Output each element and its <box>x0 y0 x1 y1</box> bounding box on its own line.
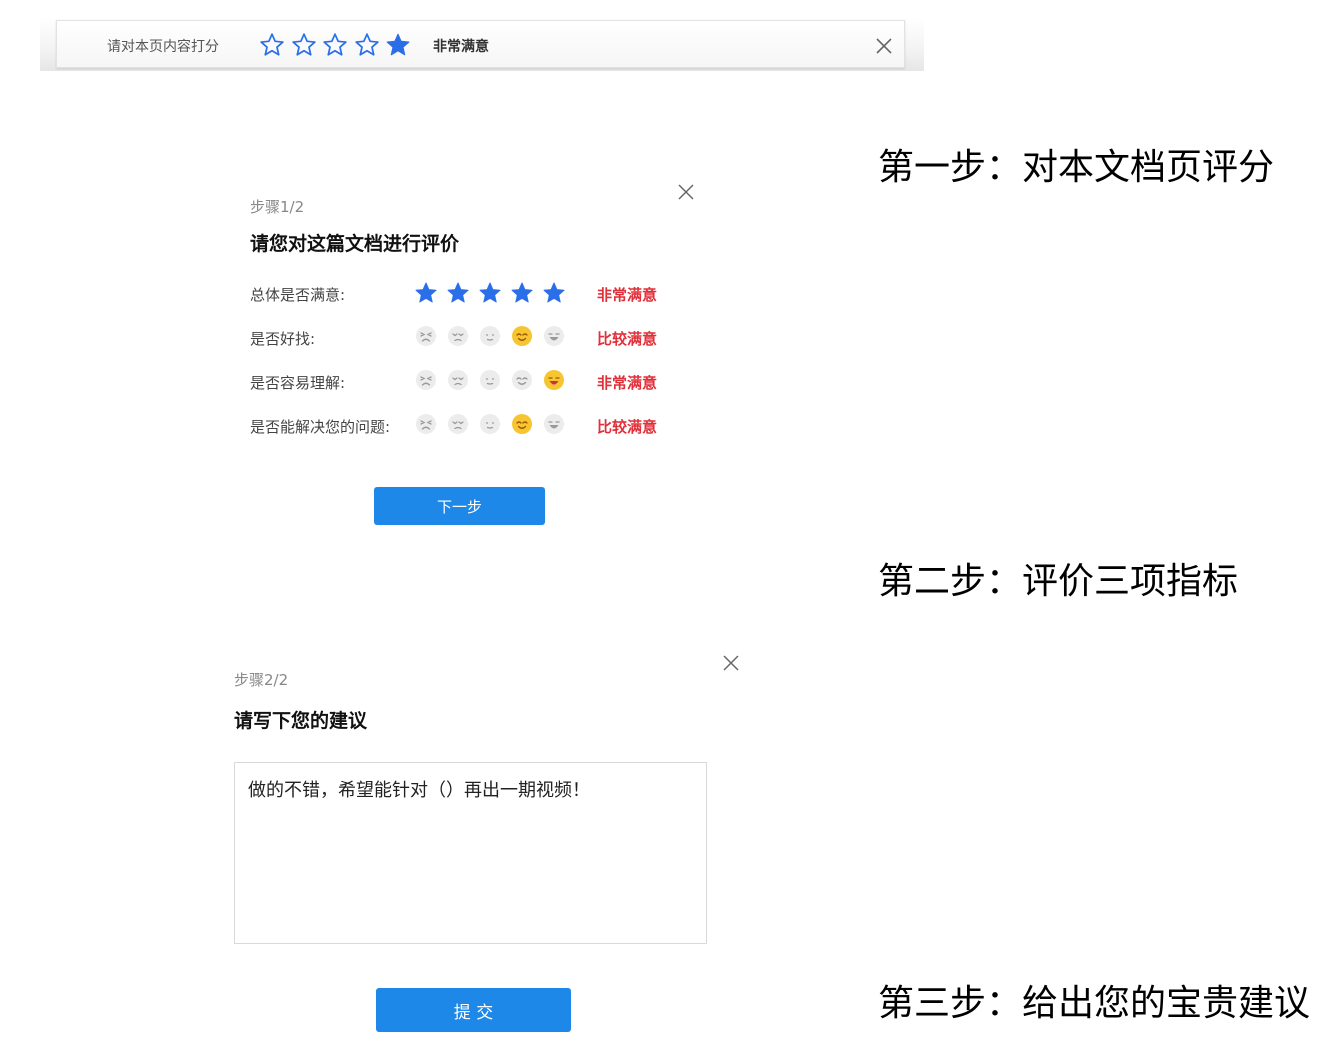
close-icon[interactable] <box>677 183 695 201</box>
neutral-face-icon[interactable] <box>479 369 501 391</box>
understandable-status: 非常满意 <box>597 374 658 392</box>
step2-title: 请写下您的建议 <box>234 710 368 732</box>
step2-label: 步骤2/2 <box>234 671 289 689</box>
solved-status: 比较满意 <box>597 418 658 436</box>
happy-face-icon[interactable] <box>511 325 533 347</box>
unhappy-face-icon[interactable] <box>447 413 469 435</box>
happy-face-icon[interactable] <box>511 413 533 435</box>
page-rating-bar: 请对本页内容打分 非常满意 <box>56 20 905 68</box>
overall-star-rating <box>414 281 574 305</box>
star-filled-icon[interactable] <box>414 281 438 305</box>
top-star-rating <box>259 32 417 58</box>
unhappy-face-icon[interactable] <box>447 369 469 391</box>
rating-prompt: 请对本页内容打分 <box>107 39 219 55</box>
star-outline-icon[interactable] <box>291 32 317 58</box>
step3-caption: 第三步：给出您的宝贵建议 <box>878 983 1311 1024</box>
question-understandable-label: 是否容易理解: <box>250 374 346 392</box>
question-overall-label: 总体是否满意: <box>250 286 346 304</box>
submit-button[interactable]: 提 交 <box>376 988 571 1032</box>
star-filled-icon[interactable] <box>510 281 534 305</box>
happy-face-icon[interactable] <box>511 369 533 391</box>
findable-face-rating <box>415 325 575 347</box>
very-happy-face-icon[interactable] <box>543 369 565 391</box>
very-unhappy-face-icon[interactable] <box>415 369 437 391</box>
step2-caption: 第二步：评价三项指标 <box>878 561 1239 602</box>
very-unhappy-face-icon[interactable] <box>415 413 437 435</box>
step1-title: 请您对这篇文档进行评价 <box>250 233 460 255</box>
star-outline-icon[interactable] <box>259 32 285 58</box>
neutral-face-icon[interactable] <box>479 413 501 435</box>
rating-text: 非常满意 <box>433 39 489 55</box>
understandable-face-rating <box>415 369 575 391</box>
question-solved-label: 是否能解决您的问题: <box>250 418 391 436</box>
overall-status: 非常满意 <box>597 286 658 304</box>
solved-face-rating <box>415 413 575 435</box>
very-unhappy-face-icon[interactable] <box>415 325 437 347</box>
next-step-button[interactable]: 下一步 <box>374 487 545 525</box>
close-icon[interactable] <box>722 654 740 672</box>
suggestion-textarea[interactable] <box>234 762 707 944</box>
step1-label: 步骤1/2 <box>250 198 305 216</box>
very-happy-face-icon[interactable] <box>543 325 565 347</box>
star-outline-icon[interactable] <box>354 32 380 58</box>
star-outline-icon[interactable] <box>322 32 348 58</box>
star-filled-icon[interactable] <box>478 281 502 305</box>
close-icon[interactable] <box>875 37 893 55</box>
step1-caption: 第一步：对本文档页评分 <box>878 147 1275 188</box>
unhappy-face-icon[interactable] <box>447 325 469 347</box>
findable-status: 比较满意 <box>597 330 658 348</box>
very-happy-face-icon[interactable] <box>543 413 565 435</box>
star-filled-icon[interactable] <box>542 281 566 305</box>
star-filled-icon[interactable] <box>446 281 470 305</box>
question-findable-label: 是否好找: <box>250 330 316 348</box>
star-filled-icon[interactable] <box>385 32 411 58</box>
neutral-face-icon[interactable] <box>479 325 501 347</box>
